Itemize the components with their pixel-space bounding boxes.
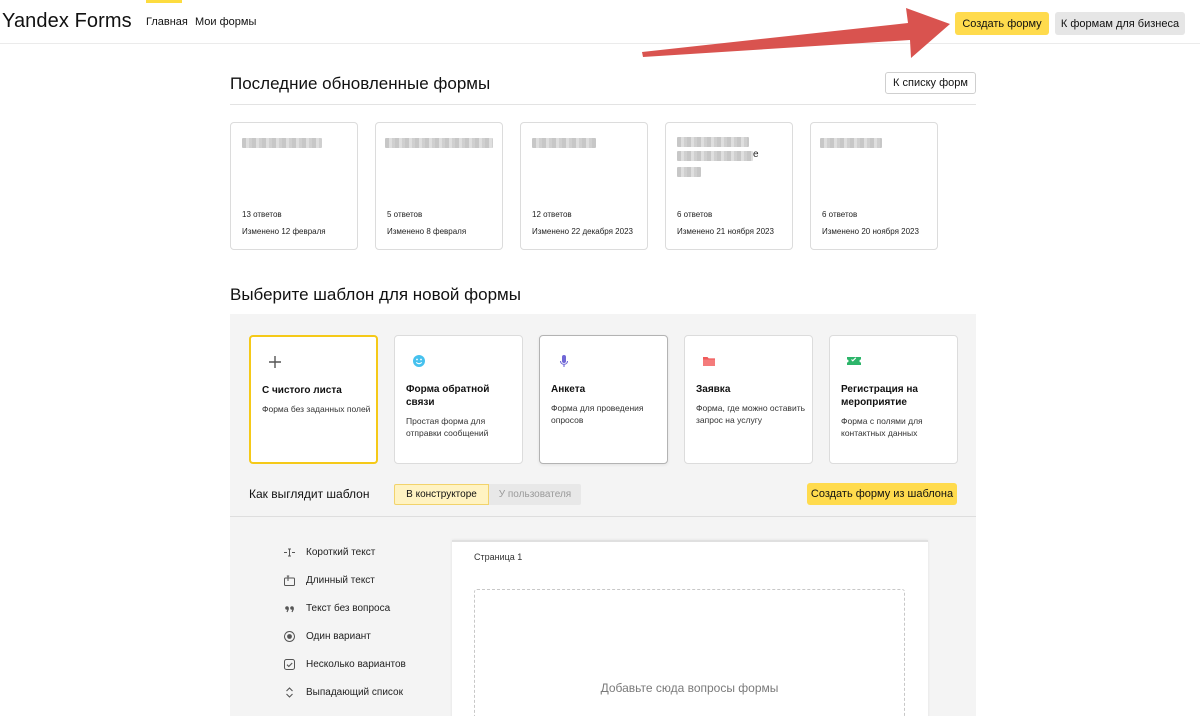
question-type-label: Несколько вариантов: [306, 658, 406, 670]
question-type-short-text[interactable]: Короткий текст: [283, 545, 375, 559]
recent-form-card[interactable]: 13 ответов Изменено 12 февраля: [230, 122, 358, 250]
dropzone-hint: Добавьте сюда вопросы формы: [600, 681, 779, 695]
recent-divider: [230, 104, 976, 105]
recent-form-card[interactable]: 12 ответов Изменено 22 декабря 2023: [520, 122, 648, 250]
question-type-single-choice[interactable]: Один вариант: [283, 629, 371, 643]
card-answers-count: 13 ответов: [242, 210, 282, 219]
visible-title-char: е: [753, 149, 759, 160]
question-type-dropdown[interactable]: Выпадающий список: [283, 685, 403, 699]
nav-item-home[interactable]: Главная: [146, 16, 188, 28]
to-forms-list-button[interactable]: К списку форм: [885, 72, 976, 94]
question-type-label: Короткий текст: [306, 546, 376, 558]
templates-title: Выберите шаблон для новой формы: [230, 285, 521, 304]
create-form-button[interactable]: Создать форму: [955, 12, 1049, 35]
blurred-title: [242, 138, 322, 148]
top-header: Yandex Forms Главная Мои формы Создать ф…: [0, 0, 1200, 44]
dropdown-icon: [283, 686, 296, 699]
view-constructor-tab[interactable]: В конструкторе: [394, 484, 489, 505]
ticket-icon: [841, 348, 867, 374]
long-text-icon: [283, 574, 296, 587]
recent-form-card[interactable]: 6 ответов Изменено 20 ноября 2023: [810, 122, 938, 250]
folder-icon: [696, 348, 722, 374]
create-from-template-button[interactable]: Создать форму из шаблона: [807, 483, 957, 505]
form-canvas: Страница 1 Добавьте сюда вопросы формы: [452, 540, 928, 716]
card-answers-count: 6 ответов: [677, 210, 713, 219]
blurred-title: [532, 138, 596, 148]
question-type-label: Выпадающий список: [306, 686, 403, 698]
short-text-icon: [283, 546, 296, 559]
template-card-blank[interactable]: С чистого листа Форма без заданных полей: [249, 335, 378, 464]
card-modified-date: Изменено 20 ноября 2023: [822, 227, 919, 236]
card-modified-date: Изменено 12 февраля: [242, 227, 326, 236]
blurred-title: [677, 137, 749, 147]
question-type-multiple-choice[interactable]: Несколько вариантов: [283, 657, 406, 671]
card-answers-count: 12 ответов: [532, 210, 572, 219]
template-card-event-registration[interactable]: Регистрация на мероприятие Форма с полям…: [829, 335, 958, 464]
quote-icon: [283, 602, 296, 615]
plus-icon: [262, 349, 288, 375]
question-dropzone[interactable]: Добавьте сюда вопросы формы: [474, 589, 905, 716]
template-card-request[interactable]: Заявка Форма, где можно оставить запрос …: [684, 335, 813, 464]
page: Yandex Forms Главная Мои формы Создать ф…: [0, 0, 1200, 716]
template-title: Регистрация на мероприятие: [841, 384, 918, 408]
template-title: С чистого листа: [262, 385, 342, 396]
template-description: Простая форма для отправки сообщений: [406, 416, 489, 438]
card-modified-date: Изменено 21 ноября 2023: [677, 227, 774, 236]
blurred-title: [385, 138, 493, 148]
checkbox-icon: [283, 658, 296, 671]
blurred-title: [677, 167, 701, 177]
question-type-label: Один вариант: [306, 630, 371, 642]
blurred-title: [677, 151, 753, 161]
question-type-label: Текст без вопроса: [306, 602, 391, 614]
smiley-icon: [406, 348, 432, 374]
template-description: Форма без заданных полей: [262, 404, 371, 414]
card-modified-date: Изменено 22 декабря 2023: [532, 227, 633, 236]
question-type-text-without-question[interactable]: Текст без вопроса: [283, 601, 390, 615]
template-description: Форма для проведения опросов: [551, 403, 644, 425]
template-description: Форма с полями для контактных данных: [841, 416, 923, 438]
blurred-title: [820, 138, 882, 148]
view-user-tab[interactable]: У пользователя: [489, 484, 581, 505]
app-logo[interactable]: Yandex Forms: [2, 10, 132, 33]
page-label: Страница 1: [474, 552, 523, 562]
business-forms-button[interactable]: К формам для бизнеса: [1055, 12, 1185, 35]
card-modified-date: Изменено 8 февраля: [387, 227, 467, 236]
card-answers-count: 5 ответов: [387, 210, 423, 219]
template-title: Заявка: [696, 384, 731, 395]
radio-icon: [283, 630, 296, 643]
recent-form-card[interactable]: 5 ответов Изменено 8 февраля: [375, 122, 503, 250]
templates-divider: [230, 516, 976, 517]
nav-item-my-forms[interactable]: Мои формы: [195, 16, 256, 28]
nav-active-indicator: [146, 0, 182, 3]
microphone-icon: [551, 348, 577, 374]
template-title: Форма обратной связи: [406, 384, 490, 408]
recent-form-card[interactable]: е 6 ответов Изменено 21 ноября 2023: [665, 122, 793, 250]
question-type-long-text[interactable]: Длинный текст: [283, 573, 375, 587]
template-card-survey[interactable]: Анкета Форма для проведения опросов: [539, 335, 668, 464]
card-answers-count: 6 ответов: [822, 210, 858, 219]
template-title: Анкета: [551, 384, 586, 395]
template-description: Форма, где можно оставить запрос на услу…: [696, 403, 806, 425]
template-card-feedback[interactable]: Форма обратной связи Простая форма для о…: [394, 335, 523, 464]
recent-forms-title: Последние обновленные формы: [230, 74, 491, 93]
template-preview-label: Как выглядит шаблон: [249, 487, 370, 501]
question-type-label: Длинный текст: [306, 574, 375, 586]
